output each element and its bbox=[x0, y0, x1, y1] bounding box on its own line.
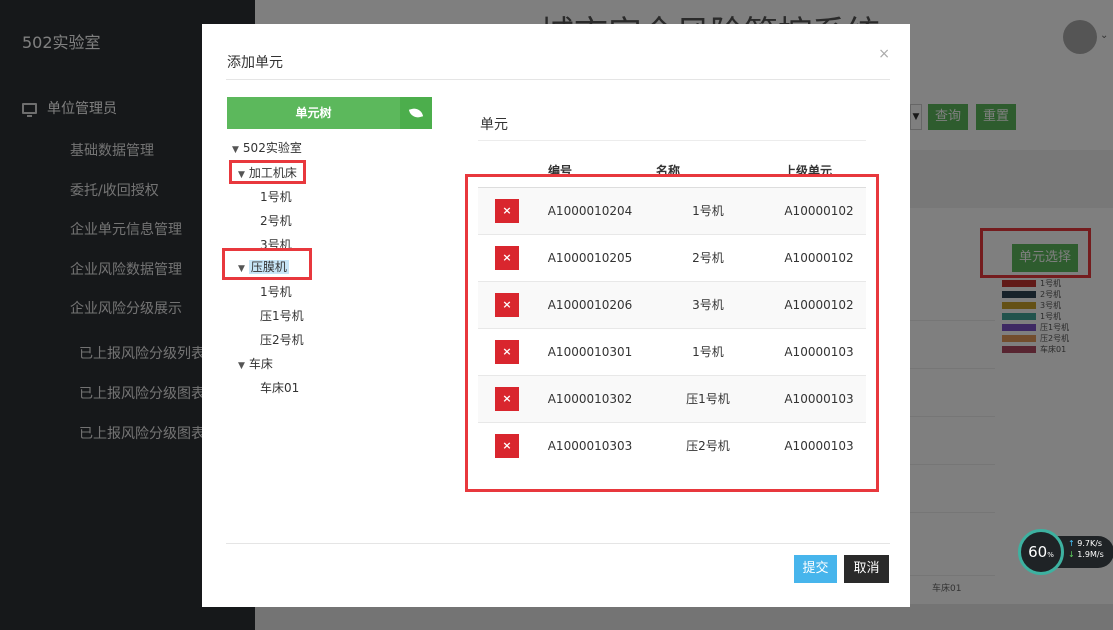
unit-tree-header: 单元树 bbox=[227, 97, 432, 129]
tree-node-leaf[interactable]: 车床01 bbox=[260, 379, 299, 396]
tree-node-leaf[interactable]: 压1号机 bbox=[260, 307, 304, 324]
download-speed: 1.9M/s bbox=[1077, 550, 1104, 559]
tree-node-leaf[interactable]: 2号机 bbox=[260, 212, 292, 229]
cpu-gauge: 60% bbox=[1018, 529, 1064, 575]
tree-node-leaf[interactable]: 1号机 bbox=[260, 188, 292, 205]
submit-button[interactable]: 提交 bbox=[794, 555, 837, 583]
modal-footer-divider bbox=[226, 543, 890, 544]
highlight-frame bbox=[222, 248, 312, 280]
tree-node-root[interactable]: ▼ 502实验室 bbox=[232, 139, 302, 156]
modal-divider bbox=[226, 79, 890, 80]
caret-down-icon: ▼ bbox=[238, 361, 245, 371]
leaf-icon bbox=[400, 97, 432, 129]
highlight-frame bbox=[465, 174, 879, 492]
tree-node-lathe[interactable]: ▼ 车床 bbox=[238, 355, 273, 372]
tree-node-label: 502实验室 bbox=[242, 141, 302, 155]
arrow-up-icon: ↑ bbox=[1068, 539, 1075, 548]
arrow-down-icon: ↓ bbox=[1068, 550, 1075, 559]
unit-list-title: 单元 bbox=[480, 117, 508, 133]
add-unit-modal: 添加单元 × 单元树 ▼ 502实验室 ▼ 加工机床 1号机 2号机 3号机 ▼ 压膜… bbox=[202, 24, 910, 607]
cpu-unit: % bbox=[1047, 551, 1054, 559]
modal-title: 添加单元 bbox=[227, 55, 283, 71]
unit-tree-title: 单元树 bbox=[295, 106, 332, 120]
tree-node-leaf[interactable]: 1号机 bbox=[260, 283, 292, 300]
caret-down-icon: ▼ bbox=[232, 145, 239, 155]
cpu-percent: 60 bbox=[1028, 543, 1048, 561]
cancel-button[interactable]: 取消 bbox=[844, 555, 889, 583]
upload-speed: 9.7K/s bbox=[1077, 539, 1103, 548]
unit-list-divider bbox=[478, 140, 866, 141]
highlight-frame bbox=[229, 160, 306, 184]
tree-node-leaf[interactable]: 压2号机 bbox=[260, 331, 304, 348]
tree-node-label: 车床 bbox=[248, 357, 273, 371]
close-icon[interactable]: × bbox=[878, 46, 890, 62]
